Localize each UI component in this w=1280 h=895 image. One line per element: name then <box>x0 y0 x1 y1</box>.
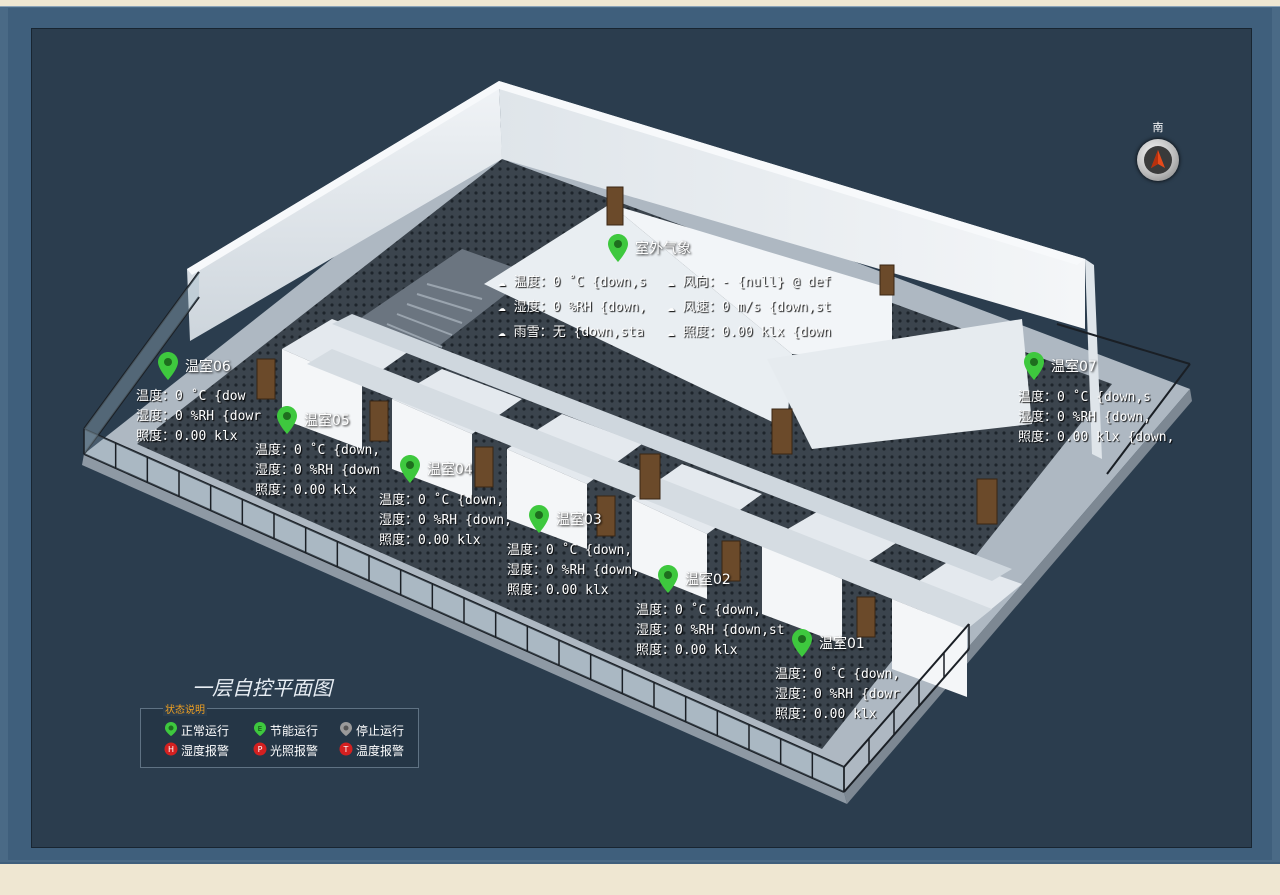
compass-direction-label: 南 <box>1152 121 1164 134</box>
alarm-H-icon: H <box>164 742 178 756</box>
weather-light-reading: ☁ 照度：0.00 klx {down <box>667 325 832 340</box>
greenhouse-03-temp: 温度：0 ˚C {down, <box>507 543 633 558</box>
compass-dial <box>1137 139 1179 181</box>
greenhouse-05-title: 温室05 <box>304 413 350 429</box>
weather-wind-speed-reading: ☁ 风速：0 m/s {down,st <box>667 300 832 315</box>
greenhouse-02-title: 温室02 <box>685 572 731 588</box>
green-pin-icon <box>529 505 549 533</box>
green-pin-icon <box>400 455 420 483</box>
greenhouse-03-light: 照度：0.00 klx <box>507 583 609 598</box>
svg-text:T: T <box>343 745 349 754</box>
compass-arrow-icon <box>1151 150 1165 168</box>
green-pin-icon <box>165 722 177 736</box>
status-legend: 状态说明 正常运行 E 节能运行 停止运行 H 湿度报警 P 光照报警 T 温度… <box>140 701 419 768</box>
weather-wind-direction-reading: ☁ 风向：- {null} @ def <box>667 275 832 290</box>
legend-title: 状态说明 <box>163 701 207 716</box>
greenhouse-07-light: 照度：0.00 klx {down, <box>1018 430 1175 445</box>
floor-plan-title: 一层自控平面图 <box>192 676 332 700</box>
green-pin-icon <box>658 565 678 593</box>
svg-text:H: H <box>168 745 174 754</box>
green-pin-icon <box>158 352 178 380</box>
weather-rain-reading: ☁ 雨雪：无 {down,sta <box>498 325 644 340</box>
sensor-icon: ☁ <box>498 300 506 315</box>
sensor-icon: ☁ <box>498 275 506 290</box>
greenhouse-05-temp: 温度：0 ˚C {down, <box>255 443 381 458</box>
alarm-T-icon: T <box>339 742 353 756</box>
greenhouse-06-title: 温室06 <box>185 359 231 375</box>
green-pin-icon <box>608 234 628 262</box>
greenhouse-06-temp: 温度：0 ˚C {dow <box>136 389 246 404</box>
svg-text:P: P <box>258 745 263 754</box>
gray-pin-icon <box>340 722 352 736</box>
greenhouse-01-light: 照度：0.00 klx <box>775 707 877 722</box>
greenhouse-04-light: 照度：0.00 klx <box>379 533 481 548</box>
green-pin-icon <box>277 406 297 434</box>
greenhouse-07-title: 温室07 <box>1051 359 1097 375</box>
greenhouse-07-temp: 温度：0 ˚C {down,s <box>1018 390 1151 405</box>
greenhouse-03-title: 温室03 <box>556 512 602 528</box>
greenhouse-01-temp: 温度：0 ˚C {down, <box>775 667 901 682</box>
green-pin-icon <box>1024 352 1044 380</box>
greenhouse-01-humidity: 湿度：0 %RH {dowr <box>775 687 901 702</box>
weather-temp-reading: ☁ 温度：0 ˚C {down,s <box>498 275 647 290</box>
compass[interactable]: 南 <box>1135 119 1181 183</box>
greenhouse-07-humidity: 湿度：0 %RH {down, <box>1018 410 1151 425</box>
window-bottom-strip <box>0 862 1280 895</box>
sensor-icon: ☁ <box>667 325 675 340</box>
alarm-P-icon: P <box>253 742 267 756</box>
greenhouse-05-light: 照度：0.00 klx <box>255 483 357 498</box>
sensor-icon: ☁ <box>498 325 506 340</box>
energy-saving-E-icon: E <box>254 722 266 736</box>
greenhouse-05-humidity: 湿度：0 %RH {down <box>255 463 381 478</box>
weather-humidity-reading: ☁ 湿度：0 %RH {down, <box>498 300 647 315</box>
svg-text:E: E <box>258 725 262 733</box>
green-pin-icon <box>792 629 812 657</box>
weather-station-title: 室外气象 <box>635 241 691 257</box>
greenhouse-04-title: 温室04 <box>427 462 473 478</box>
greenhouse-04-humidity: 湿度：0 %RH {down, <box>379 513 512 528</box>
greenhouse-06-humidity: 湿度：0 %RH {dowr <box>136 409 262 424</box>
greenhouse-03-humidity: 湿度：0 %RH {down, <box>507 563 640 578</box>
greenhouse-02-humidity: 湿度：0 %RH {down,st <box>636 623 785 638</box>
window-top-strip <box>0 0 1280 7</box>
greenhouse-02-temp: 温度：0 ˚C {down, <box>636 603 762 618</box>
greenhouse-04-temp: 温度：0 ˚C {down, <box>379 493 505 508</box>
sensor-icon: ☁ <box>667 300 675 315</box>
greenhouse-01-title: 温室01 <box>819 636 865 652</box>
sensor-icon: ☁ <box>667 275 675 290</box>
greenhouse-02-light: 照度：0.00 klx <box>636 643 738 658</box>
